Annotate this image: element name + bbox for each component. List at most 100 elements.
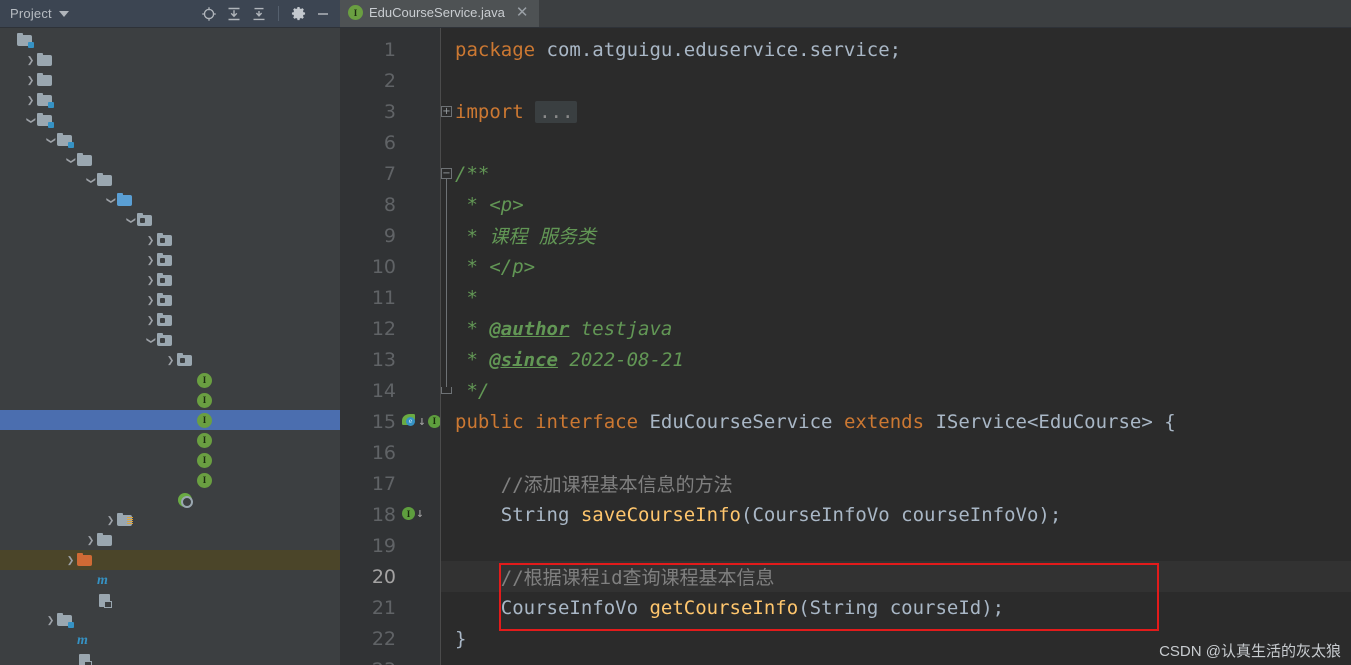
code-line[interactable]: import ... [441,96,1351,127]
implemented-by-icon[interactable]: I [402,507,415,520]
settings-gear-icon[interactable] [287,3,309,25]
code-line-text: String saveCourseInfo(CourseInfoVo cours… [455,503,1062,526]
project-panel-header: Project [0,0,340,28]
chevron-right-icon[interactable] [44,616,57,625]
tree-row[interactable]: m [0,570,340,590]
code-line[interactable] [441,65,1351,96]
project-panel-title[interactable]: Project [10,6,52,21]
code-line[interactable]: String saveCourseInfo(CourseInfoVo cours… [441,499,1351,530]
tree-row[interactable] [0,530,340,550]
code-line[interactable]: * 课程 服务类 [441,220,1351,251]
tree-row[interactable] [0,350,340,370]
code-line[interactable]: /** [441,158,1351,189]
chevron-right-icon[interactable] [144,236,157,245]
chevron-right-icon[interactable] [24,76,37,85]
code-line-text: CourseInfoVo getCourseInfo(String course… [455,596,1005,619]
hide-panel-icon[interactable] [312,3,334,25]
chevron-down-icon[interactable] [104,196,117,205]
tree-row[interactable] [0,310,340,330]
code-line[interactable]: * <p> [441,189,1351,220]
tree-row[interactable] [0,490,340,510]
code-line[interactable]: * @since 2022-08-21 [441,344,1351,375]
tree-row[interactable] [0,170,340,190]
chevron-right-icon[interactable] [24,96,37,105]
tree-row[interactable]: I [0,430,340,450]
editor-tab-strip: I EduCourseService.java ✕ [340,0,1351,28]
code-line[interactable]: public interface EduCourseService extend… [441,406,1351,437]
tree-row[interactable]: I [0,410,340,430]
expand-all-icon[interactable] [223,3,245,25]
tree-row[interactable] [0,290,340,310]
tree-row[interactable] [0,250,340,270]
chevron-down-icon[interactable] [24,116,37,125]
tree-row[interactable]: I [0,390,340,410]
gutter-marker-group[interactable]: I ↓ [402,507,424,520]
collapse-all-icon[interactable] [248,3,270,25]
line-number: 7 [383,163,396,185]
editor-code-area[interactable]: + − package com.atguigu.eduservice.servic… [440,28,1351,665]
chevron-right-icon[interactable] [104,516,117,525]
chevron-right-icon[interactable] [144,316,157,325]
tree-row[interactable] [0,510,340,530]
tree-row[interactable] [0,210,340,230]
code-line[interactable]: //根据课程id查询课程基本信息 [441,561,1351,592]
chevron-down-icon[interactable] [84,176,97,185]
chevron-right-icon[interactable] [144,256,157,265]
tree-row[interactable] [0,590,340,610]
excluded-folder-icon [77,552,93,568]
tree-row[interactable]: I [0,470,340,490]
code-line[interactable]: //添加课程基本信息的方法 [441,468,1351,499]
code-line[interactable]: * @author testjava [441,313,1351,344]
chevron-right-icon[interactable] [84,536,97,545]
tree-row[interactable] [0,330,340,350]
code-line[interactable]: * </p> [441,251,1351,282]
navigate-down-icon[interactable]: ↓ [418,415,426,428]
navigate-down-icon[interactable]: ↓ [416,507,424,520]
tree-row[interactable] [0,130,340,150]
editor-gutter[interactable]: 1236789101112131415e↓I↓161718I↓192021222… [340,28,450,665]
code-line[interactable]: */ [441,375,1351,406]
tree-row[interactable] [0,610,340,630]
tree-row[interactable] [0,70,340,90]
code-editor[interactable]: 1236789101112131415e↓I↓161718I↓192021222… [340,28,1351,665]
chevron-down-icon[interactable] [44,136,57,145]
code-line[interactable]: CourseInfoVo getCourseInfo(String course… [441,592,1351,623]
locate-in-tree-icon[interactable] [198,3,220,25]
project-tree[interactable]: IIIIIImm [0,28,340,665]
code-line-text: * </p> [455,255,536,278]
chevron-down-icon[interactable] [144,336,157,345]
editor-tab-educourseservice[interactable]: I EduCourseService.java ✕ [340,0,540,27]
code-line[interactable] [441,437,1351,468]
tree-row[interactable] [0,230,340,250]
chevron-right-icon[interactable] [64,556,77,565]
tree-row[interactable] [0,50,340,70]
chevron-down-icon[interactable] [124,216,137,225]
code-line[interactable]: package com.atguigu.eduservice.service; [441,34,1351,65]
tree-row[interactable]: I [0,370,340,390]
tree-row[interactable] [0,30,340,50]
close-icon[interactable]: ✕ [514,5,531,20]
chevron-right-icon[interactable] [144,296,157,305]
implemented-by-icon[interactable]: I [427,414,441,428]
line-number: 13 [371,349,396,371]
chevron-right-icon[interactable] [144,276,157,285]
tree-row[interactable]: I [0,450,340,470]
chevron-right-icon[interactable] [24,56,37,65]
folder-icon [37,72,53,88]
tree-row[interactable] [0,270,340,290]
tree-row[interactable] [0,190,340,210]
tree-row[interactable]: m [0,630,340,650]
tree-row[interactable] [0,110,340,130]
code-line[interactable] [441,127,1351,158]
tree-row[interactable] [0,150,340,170]
chevron-down-icon[interactable] [64,156,77,165]
chevron-right-icon[interactable] [164,356,177,365]
code-line[interactable]: * [441,282,1351,313]
tree-row[interactable] [0,550,340,570]
tree-row[interactable] [0,90,340,110]
tree-row[interactable] [0,650,340,665]
chevron-down-icon[interactable] [58,10,69,17]
code-line[interactable] [441,530,1351,561]
interface-icon: I [197,432,212,448]
spring-bean-icon[interactable]: e [402,414,417,428]
